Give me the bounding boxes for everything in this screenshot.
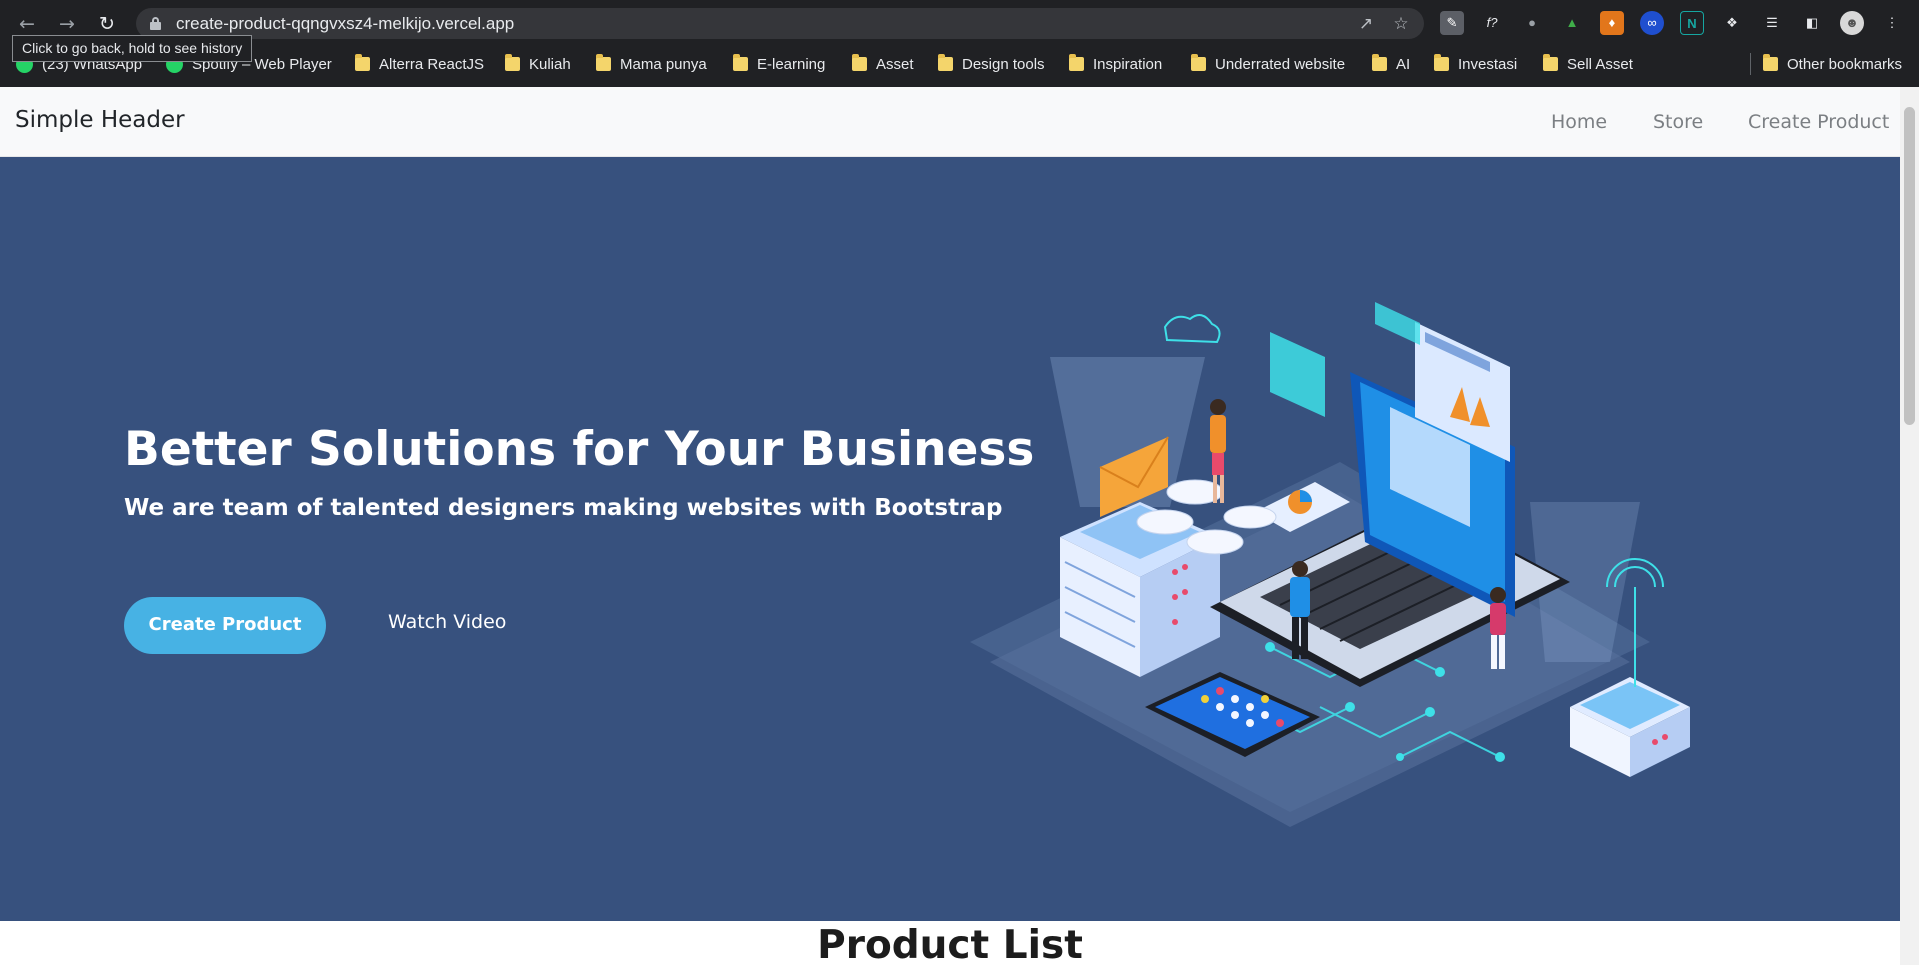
url-text: create-product-qqngvxsz4-melkijo.vercel.…	[176, 14, 515, 33]
bookmark-alterra[interactable]: Alterra ReactJS	[355, 50, 484, 78]
create-product-button[interactable]: Create Product	[124, 597, 326, 654]
forward-arrow-icon[interactable]: →	[53, 10, 81, 38]
bookmarks-divider	[1750, 53, 1751, 75]
folder-icon	[1763, 54, 1778, 71]
folder-icon	[1069, 54, 1084, 71]
folder-icon	[596, 54, 611, 71]
hero-illustration	[970, 302, 1690, 827]
folder-icon	[1191, 54, 1206, 71]
product-list-title: Product List	[817, 923, 1083, 965]
folder-icon	[938, 54, 953, 71]
folder-icon	[1543, 54, 1558, 71]
bookmark-ai[interactable]: AI	[1372, 50, 1410, 78]
hero-subtitle: We are team of talented designers making…	[124, 495, 1003, 521]
nav-home[interactable]: Home	[1551, 111, 1607, 133]
side-panel-icon[interactable]: ◧	[1800, 11, 1824, 35]
hero-title: Better Solutions for Your Business	[124, 422, 1035, 477]
site-brand[interactable]: Simple Header	[15, 107, 185, 133]
mouse-extension-icon[interactable]: ●	[1520, 11, 1544, 35]
page-scrollbar[interactable]	[1900, 87, 1919, 965]
back-button-tooltip: Click to go back, hold to see history	[12, 35, 253, 62]
back-arrow-icon[interactable]: ←	[13, 10, 41, 38]
reload-icon[interactable]: ↻	[93, 10, 121, 38]
pen-extension-icon[interactable]: ✎	[1440, 11, 1464, 35]
metamask-icon[interactable]: ♦	[1600, 11, 1624, 35]
bookmark-kuliah[interactable]: Kuliah	[505, 50, 571, 78]
watch-video-link[interactable]: Watch Video	[388, 611, 506, 633]
address-bar[interactable]: create-product-qqngvxsz4-melkijo.vercel.…	[136, 8, 1424, 39]
tree-extension-icon[interactable]: ▲	[1560, 11, 1584, 35]
page-viewport: Simple Header Home Store Create Product …	[0, 87, 1900, 965]
font-extension-icon[interactable]: f?	[1480, 11, 1504, 35]
browser-chrome: ← → ↻ create-product-qqngvxsz4-melkijo.v…	[0, 0, 1919, 87]
bookmark-star-icon[interactable]: ☆	[1389, 12, 1413, 36]
folder-icon	[1372, 54, 1387, 71]
bookmark-sell-asset[interactable]: Sell Asset	[1543, 50, 1633, 78]
bookmark-underrated-website[interactable]: Underrated website	[1191, 50, 1345, 78]
lock-icon[interactable]	[150, 17, 161, 30]
profile-avatar[interactable]: ☻	[1840, 11, 1864, 35]
bookmark-e-learning[interactable]: E-learning	[733, 50, 825, 78]
bookmark-investasi[interactable]: Investasi	[1434, 50, 1517, 78]
bookmark-other-bookmarks[interactable]: Other bookmarks	[1763, 50, 1902, 78]
bookmark-mama-punya[interactable]: Mama punya	[596, 50, 707, 78]
folder-icon	[852, 54, 867, 71]
extensions-puzzle-icon[interactable]: ❖	[1720, 11, 1744, 35]
nav-create-product[interactable]: Create Product	[1748, 111, 1889, 133]
browser-toolbar: ← → ↻ create-product-qqngvxsz4-melkijo.v…	[0, 0, 1919, 46]
folder-icon	[1434, 54, 1449, 71]
folder-icon	[355, 54, 370, 71]
bookmark-inspiration[interactable]: Inspiration	[1069, 50, 1162, 78]
share-icon[interactable]: ↗	[1354, 12, 1378, 36]
nav-store[interactable]: Store	[1653, 111, 1703, 133]
folder-icon	[505, 54, 520, 71]
reading-list-icon[interactable]: ☰	[1760, 11, 1784, 35]
bookmarks-bar: (23) WhatsApp Spotify – Web Player Alter…	[0, 50, 1919, 78]
menu-kebab-icon[interactable]: ⋮	[1880, 11, 1904, 35]
bookmark-asset[interactable]: Asset	[852, 50, 914, 78]
hero-section: Better Solutions for Your Business We ar…	[0, 157, 1900, 921]
infinity-extension-icon[interactable]: ∞	[1640, 11, 1664, 35]
folder-icon	[733, 54, 748, 71]
n-extension-icon[interactable]: N	[1680, 11, 1704, 35]
scrollbar-thumb[interactable]	[1904, 107, 1915, 425]
site-header: Simple Header Home Store Create Product	[0, 87, 1900, 157]
bookmark-design-tools[interactable]: Design tools	[938, 50, 1045, 78]
